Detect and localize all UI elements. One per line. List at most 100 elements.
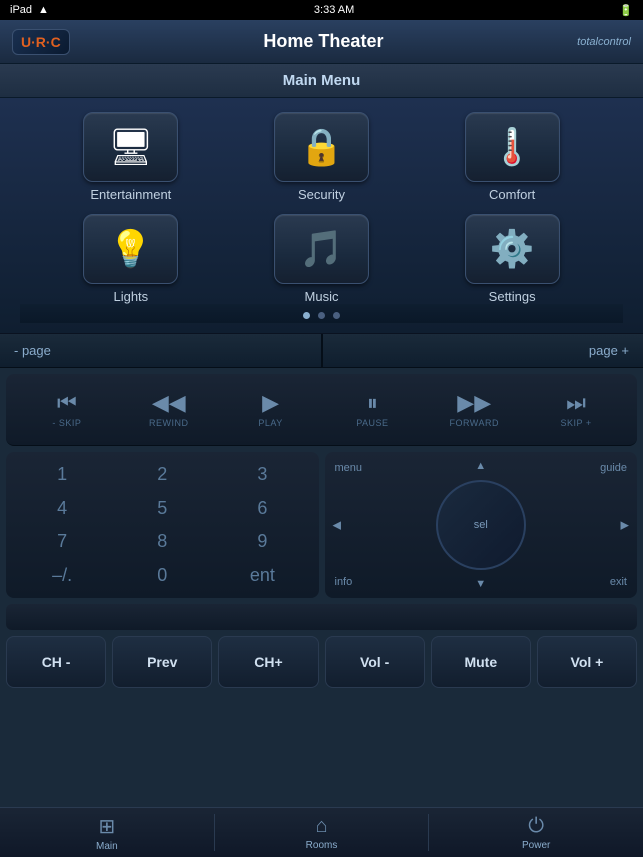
nav-main[interactable]: ⊞ Main xyxy=(0,808,214,857)
num-2[interactable]: 2 xyxy=(114,460,210,490)
num-1[interactable]: 1 xyxy=(14,460,110,490)
logo-text: U·R·C xyxy=(21,34,61,50)
play-label: PLAY xyxy=(258,418,282,428)
dpad-menu-label: menu xyxy=(335,462,363,474)
status-left: iPad ▲ xyxy=(10,4,49,16)
dpad-up-button[interactable]: ▲ xyxy=(475,460,486,472)
battery-icon: 🔋 xyxy=(619,4,633,17)
num-dash[interactable]: –/. xyxy=(14,561,110,591)
rewind-label: REWIND xyxy=(149,418,189,428)
grid-item-music[interactable]: 🎵 Music xyxy=(232,214,411,304)
dot-2[interactable] xyxy=(318,312,325,319)
settings-label: Settings xyxy=(489,289,536,304)
nav-rooms[interactable]: ⌂ Rooms xyxy=(215,808,429,857)
grid-container: 🖥 Entertainment 🔒 Security 🌡️ Comfort 💡 … xyxy=(0,98,643,334)
music-icon-box: 🎵 xyxy=(274,214,369,284)
lights-icon-box: 💡 xyxy=(83,214,178,284)
forward-label: FORWARD xyxy=(449,418,499,428)
forward-button[interactable]: ▶▶ FORWARD xyxy=(423,392,525,428)
settings-icon-box: ⚙️ xyxy=(465,214,560,284)
dot-1[interactable] xyxy=(303,312,310,319)
vol-minus-button[interactable]: Vol - xyxy=(325,636,425,688)
header-title: Home Theater xyxy=(263,31,383,52)
grid-item-lights[interactable]: 💡 Lights xyxy=(42,214,221,304)
num-7[interactable]: 7 xyxy=(14,527,110,557)
dpad-sel-button[interactable]: sel xyxy=(436,480,526,570)
rooms-nav-icon: ⌂ xyxy=(315,815,327,838)
nav-power[interactable]: ⏻ Power xyxy=(429,808,643,857)
play-button[interactable]: ▶ PLAY xyxy=(220,392,322,428)
power-nav-label: Power xyxy=(522,840,550,851)
prev-button[interactable]: Prev xyxy=(112,636,212,688)
skip-fwd-label: SKIP + xyxy=(561,418,592,428)
num-9[interactable]: 9 xyxy=(214,527,310,557)
num-5[interactable]: 5 xyxy=(114,494,210,524)
wifi-icon: ▲ xyxy=(38,4,49,16)
ch-minus-button[interactable]: CH - xyxy=(6,636,106,688)
power-nav-icon: ⏻ xyxy=(528,815,544,838)
num-4[interactable]: 4 xyxy=(14,494,110,524)
ch-plus-button[interactable]: CH+ xyxy=(218,636,318,688)
bottom-nav: ⊞ Main ⌂ Rooms ⏻ Power xyxy=(0,807,643,857)
logo: U·R·C xyxy=(12,29,70,55)
carrier-label: iPad xyxy=(10,4,32,16)
dpad-right-button[interactable]: ▶ xyxy=(621,519,629,532)
num-ent[interactable]: ent xyxy=(214,561,310,591)
dpad: menu guide info exit ▲ ▼ ◀ ▶ sel xyxy=(325,452,638,598)
dpad-info-label: info xyxy=(335,576,353,588)
dpad-guide-button[interactable]: guide xyxy=(600,462,627,474)
dpad-info-button[interactable]: info xyxy=(335,576,353,588)
dpad-up-icon: ▲ xyxy=(475,460,486,472)
next-page-button[interactable]: page + xyxy=(323,334,643,367)
dpad-menu-button[interactable]: menu xyxy=(335,462,363,474)
num-8[interactable]: 8 xyxy=(114,527,210,557)
security-label: Security xyxy=(298,187,345,202)
grid-item-settings[interactable]: ⚙️ Settings xyxy=(423,214,602,304)
time-label: 3:33 AM xyxy=(314,4,354,16)
entertainment-icon: 🖥 xyxy=(108,126,154,168)
numpad: 1 2 3 4 5 6 7 8 9 –/. 0 ent xyxy=(6,452,319,598)
rewind-button[interactable]: ◀◀ REWIND xyxy=(118,392,220,428)
skip-back-label: - SKIP xyxy=(52,418,81,428)
skip-fwd-icon: ⏭ xyxy=(566,392,586,414)
dpad-left-icon: ◀ xyxy=(333,519,341,532)
vol-plus-button[interactable]: Vol + xyxy=(537,636,637,688)
lights-label: Lights xyxy=(113,289,148,304)
prev-page-button[interactable]: - page xyxy=(0,334,321,367)
skip-back-icon: ⏮ xyxy=(57,392,77,414)
main-nav-label: Main xyxy=(96,841,118,852)
num-0[interactable]: 0 xyxy=(114,561,210,591)
num-6[interactable]: 6 xyxy=(214,494,310,524)
lights-icon: 💡 xyxy=(108,228,153,270)
dpad-down-button[interactable]: ▼ xyxy=(475,578,486,590)
input-bar xyxy=(6,604,637,630)
transport-controls: ⏮ - SKIP ◀◀ REWIND ▶ PLAY ⏸ PAUSE ▶▶ FOR… xyxy=(6,374,637,446)
comfort-label: Comfort xyxy=(489,187,535,202)
page-buttons: - page page + xyxy=(0,334,643,368)
grid-item-security[interactable]: 🔒 Security xyxy=(232,112,411,202)
dpad-exit-button[interactable]: exit xyxy=(610,576,627,588)
grid-item-comfort[interactable]: 🌡️ Comfort xyxy=(423,112,602,202)
skip-back-button[interactable]: ⏮ - SKIP xyxy=(16,392,118,428)
dpad-right-icon: ▶ xyxy=(621,519,629,532)
pause-icon: ⏸ xyxy=(367,392,378,414)
dpad-down-icon: ▼ xyxy=(475,578,486,590)
icon-grid: 🖥 Entertainment 🔒 Security 🌡️ Comfort 💡 … xyxy=(42,112,602,304)
header: U·R·C Home Theater totalcontrol xyxy=(0,20,643,64)
dpad-left-button[interactable]: ◀ xyxy=(333,519,341,532)
rooms-nav-label: Rooms xyxy=(306,840,338,851)
main-menu-label: Main Menu xyxy=(0,64,643,98)
entertainment-label: Entertainment xyxy=(90,187,171,202)
entertainment-icon-box: 🖥 xyxy=(83,112,178,182)
mute-button[interactable]: Mute xyxy=(431,636,531,688)
status-bar: iPad ▲ 3:33 AM 🔋 xyxy=(0,0,643,20)
skip-fwd-button[interactable]: ⏭ SKIP + xyxy=(525,392,627,428)
music-label: Music xyxy=(305,289,339,304)
grid-item-entertainment[interactable]: 🖥 Entertainment xyxy=(42,112,221,202)
dpad-guide-label: guide xyxy=(600,462,627,474)
pause-button[interactable]: ⏸ PAUSE xyxy=(321,392,423,428)
dot-3[interactable] xyxy=(333,312,340,319)
play-icon: ▶ xyxy=(262,392,279,414)
ch-vol-buttons: CH - Prev CH+ Vol - Mute Vol + xyxy=(0,630,643,688)
num-3[interactable]: 3 xyxy=(214,460,310,490)
